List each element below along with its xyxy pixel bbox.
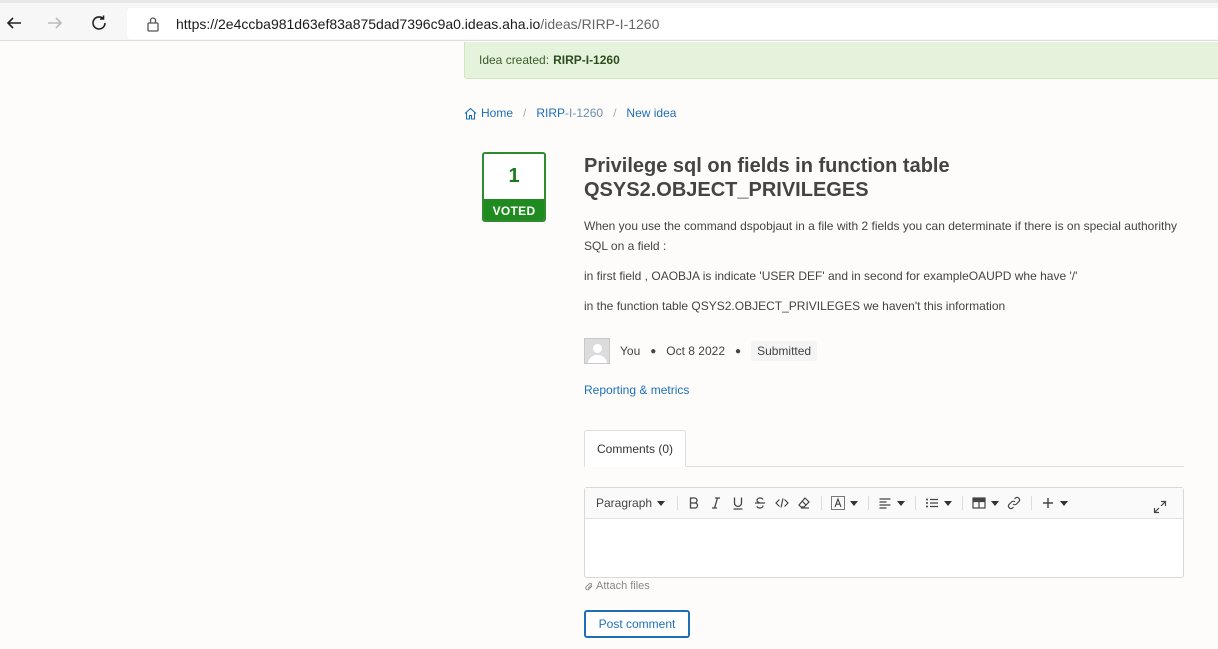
caret-down-icon (657, 500, 666, 506)
home-icon (464, 107, 477, 120)
flash-ref: RIRP-I-1260 (553, 53, 620, 67)
strikethrough-button[interactable] (753, 492, 767, 514)
code-icon (775, 498, 789, 508)
bold-button[interactable] (687, 492, 701, 514)
breadcrumb-separator: / (523, 106, 527, 120)
status-badge: Submitted (751, 341, 818, 361)
flash-message: Idea created: RIRP-I-1260 (464, 42, 1218, 79)
comments-tabs: Comments (0) (584, 430, 1184, 467)
paragraph-label: Paragraph (596, 496, 653, 510)
align-left-icon (879, 498, 891, 509)
breadcrumb-home[interactable]: Home (481, 106, 513, 120)
attach-files-label: Attach files (596, 580, 650, 592)
breadcrumb-current[interactable]: New idea (626, 106, 676, 120)
description-paragraph: in the function table QSYS2.OBJECT_PRIVI… (584, 299, 1006, 313)
editor-toolbar: Paragraph (585, 488, 1183, 519)
italic-icon (712, 497, 721, 509)
description-paragraph: in first field , OAOBJA is indicate 'USE… (584, 269, 1078, 283)
toolbar-divider (677, 496, 679, 510)
tab-comments[interactable]: Comments (0) (584, 430, 686, 467)
caret-down-icon (944, 500, 953, 506)
breadcrumb-ref-prefix: RIRP (536, 106, 566, 120)
toolbar-divider (1031, 496, 1033, 510)
bold-icon (689, 497, 699, 509)
underline-button[interactable] (731, 492, 745, 514)
link-icon (1007, 496, 1021, 510)
lock-icon (147, 16, 159, 32)
plus-icon (1043, 498, 1054, 508)
refresh-button[interactable] (85, 9, 113, 37)
post-comment-button[interactable]: Post comment (584, 610, 690, 638)
link-button[interactable] (1007, 492, 1021, 514)
caret-down-icon (850, 500, 859, 506)
idea-description: When you use the command dspobjaut in a … (584, 216, 1184, 326)
vote-count: 1 (508, 165, 520, 187)
comment-textarea[interactable] (585, 519, 1183, 577)
breadcrumb-separator: / (613, 106, 617, 120)
reporting-metrics-link[interactable]: Reporting & metrics (584, 383, 689, 397)
meta-dot: ● (650, 345, 657, 357)
address-bar[interactable]: https://2e4ccba981d63ef83a875dad7396c9a0… (127, 8, 1218, 39)
caret-down-icon (1060, 500, 1069, 506)
paperclip-icon (585, 582, 593, 590)
underline-icon (733, 497, 743, 510)
fullscreen-button[interactable] (1153, 496, 1167, 518)
breadcrumb-ref-suffix: -I-1260 (565, 106, 604, 120)
breadcrumb: Home / RIRP-I-1260 / New idea (464, 106, 676, 120)
idea-meta: You ● Oct 8 2022 ● Submitted (584, 338, 818, 364)
table-dropdown[interactable] (972, 492, 1000, 514)
attach-files-link[interactable]: Attach files (584, 580, 650, 592)
vote-box[interactable]: 1 VOTED (482, 152, 546, 222)
toolbar-divider (962, 496, 964, 510)
table-icon (972, 497, 986, 509)
font-color-icon (831, 496, 846, 510)
meta-dot: ● (735, 345, 742, 357)
idea-date: Oct 8 2022 (666, 344, 726, 358)
idea-title: Privilege sql on fields in function tabl… (584, 155, 950, 201)
vote-label: VOTED (484, 199, 544, 220)
toolbar-divider (821, 496, 823, 510)
arrow-right-icon (48, 17, 63, 29)
url-path: /ideas/RIRP-I-1260 (540, 15, 660, 32)
browser-chrome: https://2e4ccba981d63ef83a875dad7396c9a0… (0, 0, 1218, 41)
caret-down-icon (897, 500, 906, 506)
caret-down-icon (991, 500, 1000, 506)
insert-dropdown[interactable] (1041, 492, 1069, 514)
text-color-dropdown[interactable] (831, 492, 859, 514)
align-dropdown[interactable] (878, 492, 906, 514)
strikethrough-icon (755, 497, 766, 509)
idea-author: You (620, 344, 641, 358)
avatar (584, 338, 610, 364)
refresh-icon (92, 15, 106, 30)
back-button[interactable] (0, 9, 28, 37)
italic-button[interactable] (709, 492, 723, 514)
code-button[interactable] (775, 492, 789, 514)
toolbar-divider (915, 496, 917, 510)
url-host: https://2e4ccba981d63ef83a875dad7396c9a0… (176, 15, 541, 32)
flash-prefix: Idea created: (479, 53, 550, 67)
bulleted-list-icon (926, 498, 939, 508)
eraser-icon (798, 497, 810, 509)
comment-editor: Paragraph (584, 487, 1184, 578)
toolbar-divider (868, 496, 870, 510)
forward-button[interactable] (41, 9, 69, 37)
expand-icon (1153, 500, 1167, 514)
arrow-left-icon (6, 17, 21, 29)
list-dropdown[interactable] (925, 492, 953, 514)
description-paragraph: When you use the command dspobjaut in a … (584, 219, 1177, 253)
breadcrumb-idea-ref[interactable]: RIRP-I-1260 (536, 106, 603, 120)
clear-format-button[interactable] (797, 492, 811, 514)
paragraph-dropdown[interactable]: Paragraph (596, 492, 666, 514)
